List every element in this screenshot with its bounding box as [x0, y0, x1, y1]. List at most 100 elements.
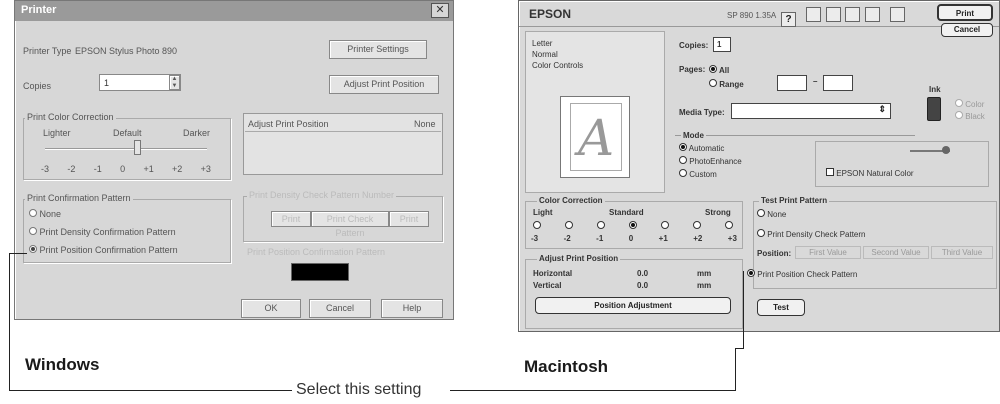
vertical-value: 0.0	[637, 281, 649, 290]
test-button[interactable]: Test	[757, 299, 805, 316]
radio-icon[interactable]	[955, 99, 963, 107]
mac-cancel-button[interactable]: Cancel	[941, 23, 993, 37]
radio-icon[interactable]	[757, 229, 765, 237]
media-type-select[interactable]: ⇕	[731, 103, 891, 119]
test-print-pattern-title: Test Print Pattern	[759, 196, 830, 205]
radio-icon[interactable]	[693, 221, 701, 229]
radio-icon[interactable]	[679, 156, 687, 164]
mac-copies-field[interactable]: 1	[713, 37, 731, 52]
copies-spinner[interactable]: ▲ ▼	[169, 75, 180, 90]
density-check-title: Print Density Check Pattern Number	[247, 190, 397, 200]
default-label: Default	[113, 128, 142, 138]
color-correction-radios[interactable]	[533, 221, 733, 229]
printer-settings-button[interactable]: Printer Settings	[329, 40, 427, 59]
close-icon[interactable]: ✕	[431, 3, 449, 18]
ok-button[interactable]: OK	[241, 299, 301, 318]
mode-custom[interactable]: Custom	[679, 169, 717, 179]
radio-selected-icon[interactable]	[629, 221, 637, 229]
scale-tick: 0	[628, 234, 634, 243]
background-icon[interactable]	[825, 7, 841, 22]
ink-color-label: Color	[965, 100, 985, 109]
summary-color: Color Controls	[532, 61, 584, 70]
radio-icon[interactable]	[757, 209, 765, 217]
radio-icon[interactable]	[597, 221, 605, 229]
preview-icon[interactable]	[845, 7, 861, 22]
layout-icon[interactable]	[806, 7, 822, 22]
page-preview: A	[560, 96, 630, 178]
position-pattern-hint: Print Position Confirmation Pattern	[247, 247, 386, 257]
second-value-button[interactable]: Second Value	[863, 246, 929, 259]
range-from-field[interactable]	[777, 75, 807, 91]
density-check-pattern-button[interactable]: Print Check Pattern	[311, 211, 389, 238]
help-button[interactable]: Help	[381, 299, 443, 318]
save-settings-icon[interactable]	[890, 7, 906, 22]
natural-color-option[interactable]: EPSON Natural Color	[826, 168, 914, 178]
driver-version: SP 890 1.35A	[727, 11, 777, 20]
option-label: None	[767, 210, 787, 219]
radio-icon[interactable]	[661, 221, 669, 229]
adjust-position-panel: Adjust Print Position None	[243, 113, 443, 175]
first-value-button[interactable]: First Value	[795, 246, 861, 259]
pages-all-option[interactable]: All	[709, 65, 729, 75]
ink-black-option[interactable]: Black	[955, 111, 985, 121]
radio-selected-icon[interactable]	[747, 269, 755, 277]
test-option-position[interactable]: Print Position Check Pattern	[747, 269, 857, 279]
radio-icon[interactable]	[709, 79, 717, 87]
scale-tick: -3	[41, 164, 50, 174]
help-icon[interactable]: ?	[781, 12, 796, 27]
utility-icon[interactable]	[864, 7, 880, 22]
range-to-field[interactable]	[823, 75, 853, 91]
lighter-label: Lighter	[43, 128, 71, 138]
callout-line-left-vertical	[9, 253, 10, 391]
print-button[interactable]: Print	[937, 4, 993, 21]
radio-selected-icon[interactable]	[709, 65, 717, 73]
scale-tick: +2	[172, 164, 183, 174]
radio-icon[interactable]	[725, 221, 733, 229]
scale-tick: -2	[563, 234, 571, 243]
third-value-button[interactable]: Third Value	[931, 246, 993, 259]
summary-panel: Letter Normal Color Controls A	[525, 31, 665, 193]
media-type-label: Media Type:	[679, 108, 725, 117]
test-option-density[interactable]: Print Density Check Pattern	[757, 229, 866, 239]
radio-icon[interactable]	[29, 209, 37, 217]
mode-automatic[interactable]: Automatic	[679, 143, 724, 153]
position-adjustment-button[interactable]: Position Adjustment	[535, 297, 731, 314]
checkbox-icon[interactable]	[826, 168, 834, 176]
slider-track[interactable]	[45, 148, 207, 150]
summary-paper: Letter	[532, 39, 553, 48]
radio-icon[interactable]	[565, 221, 573, 229]
slider-knob-icon[interactable]	[942, 146, 950, 154]
horizontal-label: Horizontal	[533, 269, 573, 278]
option-label: None	[39, 209, 62, 219]
radio-icon[interactable]	[29, 227, 37, 235]
radio-selected-icon[interactable]	[29, 245, 37, 253]
summary-quality: Normal	[532, 50, 558, 59]
horizontal-value: 0.0	[637, 269, 649, 278]
option-label: Print Density Check Pattern	[767, 230, 866, 239]
radio-icon[interactable]	[679, 169, 687, 177]
pages-all-label: All	[718, 66, 730, 75]
dialog-title: Printer	[15, 1, 453, 21]
position-label: Position:	[757, 249, 792, 258]
confirmation-option-none[interactable]: None	[29, 209, 61, 219]
adjust-print-position-button[interactable]: Adjust Print Position	[329, 75, 439, 94]
ink-color-option[interactable]: Color	[955, 99, 984, 109]
density-print-button-2[interactable]: Print	[389, 211, 429, 227]
confirmation-option-density[interactable]: Print Density Confirmation Pattern	[29, 227, 176, 237]
mode-label: Custom	[689, 170, 717, 179]
pages-range-option[interactable]: Range	[709, 79, 744, 89]
radio-selected-icon[interactable]	[679, 143, 687, 151]
density-print-button[interactable]: Print	[271, 211, 311, 227]
slider-thumb[interactable]	[134, 140, 141, 155]
range-separator: –	[813, 77, 818, 86]
radio-icon[interactable]	[533, 221, 541, 229]
panel-divider	[245, 131, 441, 132]
color-correction-scale: -3 -2 -1 0 +1 +2 +3	[531, 234, 737, 243]
test-option-none[interactable]: None	[757, 209, 786, 219]
mac-copies-value: 1	[717, 40, 722, 49]
cancel-button[interactable]: Cancel	[309, 299, 371, 318]
radio-icon[interactable]	[955, 111, 963, 119]
confirmation-option-position[interactable]: Print Position Confirmation Pattern	[29, 245, 178, 255]
mode-slider-panel: EPSON Natural Color	[815, 141, 989, 187]
mode-photoenhance[interactable]: PhotoEnhance	[679, 156, 742, 166]
